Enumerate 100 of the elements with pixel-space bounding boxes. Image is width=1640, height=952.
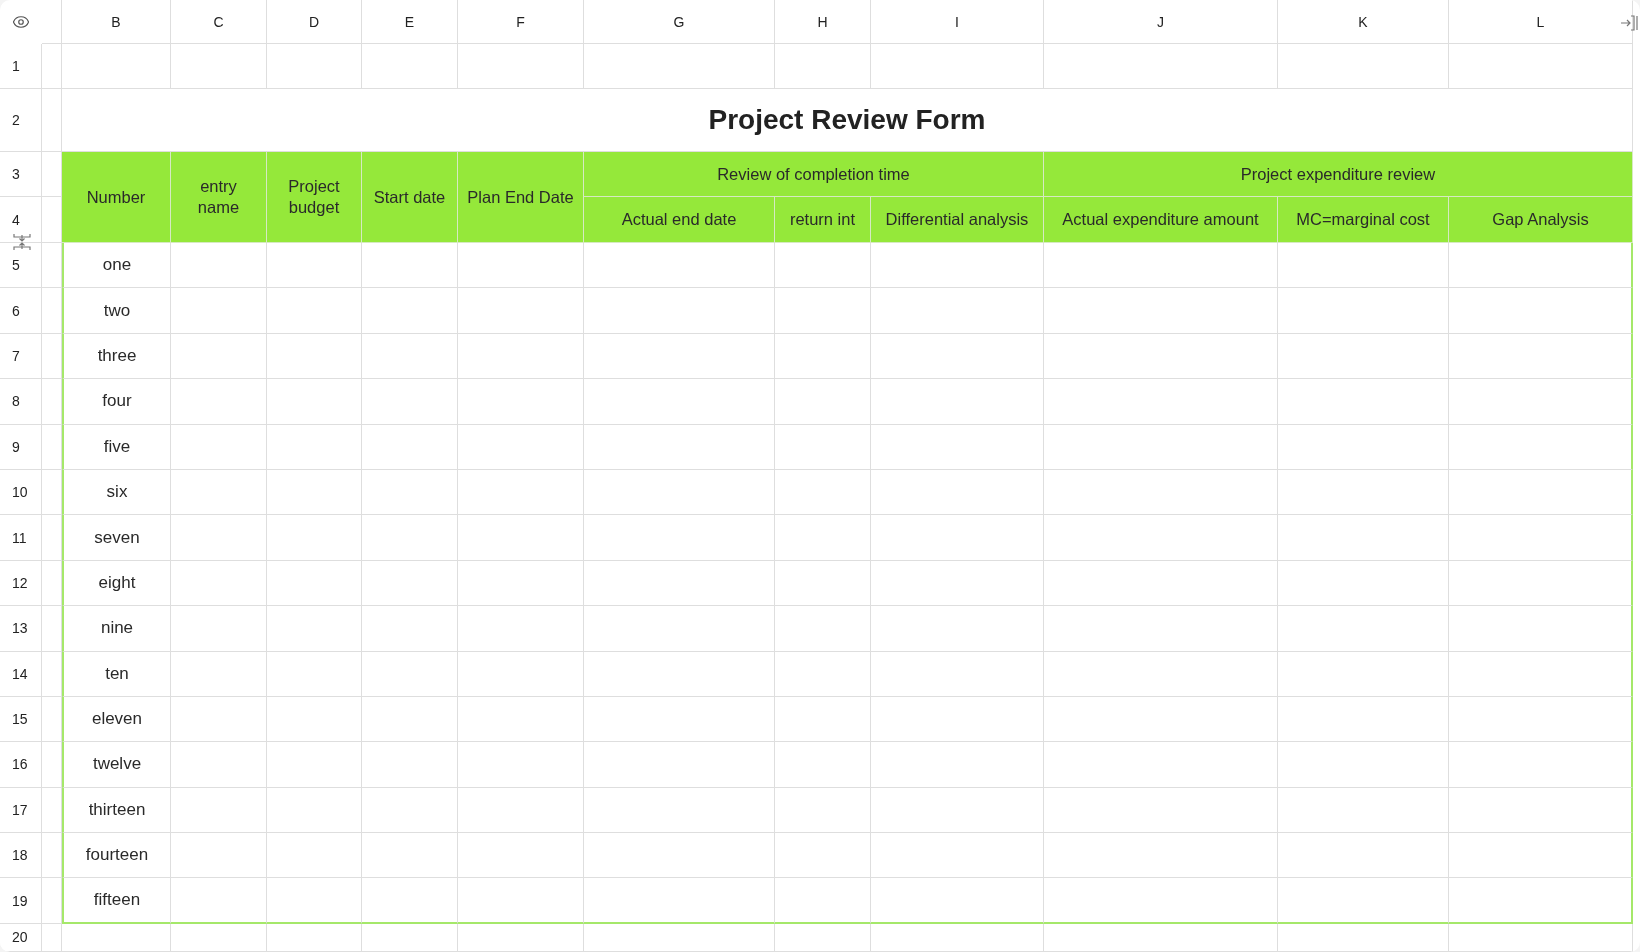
- table-cell[interactable]: [42, 742, 62, 788]
- table-cell[interactable]: [42, 288, 62, 334]
- column-header[interactable]: D: [267, 0, 362, 44]
- table-cell[interactable]: [871, 651, 1044, 697]
- table-cell[interactable]: [267, 742, 362, 788]
- table-cell[interactable]: [775, 833, 871, 879]
- table-cell[interactable]: [1449, 243, 1633, 289]
- table-cell[interactable]: [1044, 833, 1278, 879]
- table-cell[interactable]: [1449, 469, 1633, 516]
- table-cell[interactable]: [267, 424, 362, 470]
- table-cell[interactable]: [871, 379, 1044, 425]
- table-cell[interactable]: [42, 651, 62, 697]
- table-cell[interactable]: [1278, 560, 1449, 607]
- table-cell[interactable]: [871, 333, 1044, 380]
- table-cell[interactable]: [362, 651, 458, 697]
- table-cell[interactable]: [871, 44, 1044, 89]
- row-header[interactable]: 12: [0, 560, 42, 607]
- table-cell[interactable]: [1044, 243, 1278, 289]
- table-cell[interactable]: [1449, 606, 1633, 652]
- table-cell[interactable]: [1449, 878, 1633, 924]
- table-cell[interactable]: [775, 606, 871, 652]
- table-cell[interactable]: [362, 833, 458, 879]
- row-header[interactable]: 11: [0, 515, 42, 561]
- row-header[interactable]: 9: [0, 424, 42, 470]
- table-cell[interactable]: [267, 243, 362, 289]
- table-cell[interactable]: [1278, 878, 1449, 924]
- table-cell[interactable]: [775, 243, 871, 289]
- table-cell[interactable]: [584, 515, 775, 561]
- table-cell[interactable]: [1044, 560, 1278, 607]
- table-cell[interactable]: [171, 333, 267, 380]
- table-cell[interactable]: [42, 469, 62, 516]
- table-cell[interactable]: [1449, 379, 1633, 425]
- row-header[interactable]: 4: [0, 197, 42, 243]
- table-cell[interactable]: [458, 243, 584, 289]
- table-cell[interactable]: [42, 833, 62, 879]
- table-cell[interactable]: [458, 833, 584, 879]
- table-cell[interactable]: [584, 878, 775, 924]
- table-cell[interactable]: [458, 288, 584, 334]
- table-cell[interactable]: [362, 288, 458, 334]
- table-cell[interactable]: [584, 833, 775, 879]
- table-cell[interactable]: [775, 696, 871, 743]
- table-cell[interactable]: [584, 651, 775, 697]
- column-header[interactable]: C: [171, 0, 267, 44]
- row-header[interactable]: 14: [0, 651, 42, 697]
- table-cell[interactable]: [62, 923, 171, 952]
- row-header[interactable]: 13: [0, 606, 42, 652]
- table-cell[interactable]: [42, 606, 62, 652]
- table-cell[interactable]: [775, 333, 871, 380]
- table-cell[interactable]: [584, 696, 775, 743]
- table-cell[interactable]: [267, 923, 362, 952]
- table-cell[interactable]: [458, 606, 584, 652]
- table-cell[interactable]: [584, 560, 775, 607]
- table-cell[interactable]: [871, 833, 1044, 879]
- table-cell[interactable]: [42, 787, 62, 834]
- table-cell[interactable]: [458, 742, 584, 788]
- table-cell[interactable]: [171, 44, 267, 89]
- table-cell[interactable]: [42, 333, 62, 380]
- table-cell[interactable]: [458, 560, 584, 607]
- table-cell[interactable]: [267, 44, 362, 89]
- table-cell[interactable]: [171, 787, 267, 834]
- table-cell[interactable]: [42, 515, 62, 561]
- table-cell[interactable]: [42, 696, 62, 743]
- table-cell[interactable]: [1278, 923, 1449, 952]
- table-cell[interactable]: [1044, 515, 1278, 561]
- table-cell[interactable]: [171, 833, 267, 879]
- table-cell[interactable]: [1278, 787, 1449, 834]
- table-cell[interactable]: [1449, 560, 1633, 607]
- table-cell[interactable]: [775, 469, 871, 516]
- table-cell[interactable]: [458, 379, 584, 425]
- table-cell[interactable]: [584, 379, 775, 425]
- table-cell[interactable]: [62, 44, 171, 89]
- table-cell[interactable]: [458, 424, 584, 470]
- table-cell[interactable]: [584, 333, 775, 380]
- table-cell[interactable]: [1449, 833, 1633, 879]
- table-cell[interactable]: [584, 469, 775, 516]
- table-cell[interactable]: [42, 197, 62, 243]
- table-cell[interactable]: [171, 742, 267, 788]
- table-cell[interactable]: [42, 560, 62, 607]
- table-cell[interactable]: [1278, 243, 1449, 289]
- table-cell[interactable]: [42, 0, 62, 44]
- table-cell[interactable]: [584, 923, 775, 952]
- column-resize-icon[interactable]: [1620, 14, 1638, 32]
- row-header[interactable]: 8: [0, 379, 42, 425]
- table-cell[interactable]: [775, 288, 871, 334]
- table-cell[interactable]: [584, 787, 775, 834]
- table-cell[interactable]: [458, 923, 584, 952]
- table-cell[interactable]: [362, 379, 458, 425]
- column-header[interactable]: G: [584, 0, 775, 44]
- table-cell[interactable]: [1044, 696, 1278, 743]
- table-cell[interactable]: [42, 878, 62, 924]
- table-cell[interactable]: [458, 651, 584, 697]
- row-header[interactable]: 5: [0, 243, 42, 289]
- table-cell[interactable]: [362, 560, 458, 607]
- table-cell[interactable]: [267, 379, 362, 425]
- table-cell[interactable]: [1278, 424, 1449, 470]
- table-cell[interactable]: [42, 243, 62, 289]
- table-cell[interactable]: [1278, 833, 1449, 879]
- table-cell[interactable]: [1278, 44, 1449, 89]
- table-cell[interactable]: [1278, 651, 1449, 697]
- table-cell[interactable]: [171, 424, 267, 470]
